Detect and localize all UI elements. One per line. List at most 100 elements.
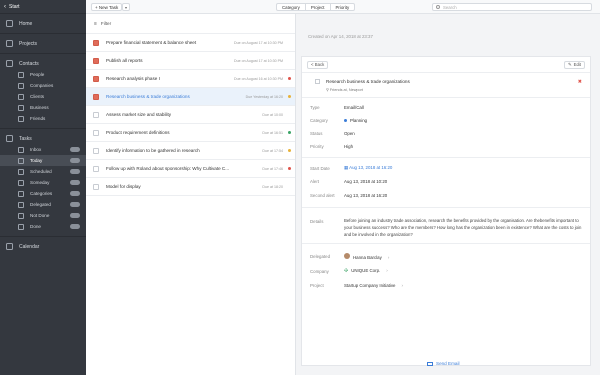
sidebar-item-today[interactable]: Today	[0, 155, 86, 166]
field-value[interactable]: Startup Company Initiative ›	[344, 283, 403, 288]
task-checkbox[interactable]	[93, 129, 99, 136]
task-checkbox[interactable]	[93, 183, 99, 190]
tab-category[interactable]: Category	[277, 4, 306, 10]
task-title: Model for display	[106, 184, 141, 189]
sidebar-item-home[interactable]: Home	[0, 18, 86, 29]
sidebar-item-business[interactable]: Business	[0, 102, 86, 113]
delegate-icon	[18, 201, 24, 208]
tab-priority[interactable]: Priority	[331, 4, 355, 10]
company-icon: ✣	[344, 268, 349, 274]
field-value[interactable]: Aug 13, 2018 at 16:20	[344, 193, 387, 198]
projects-icon	[6, 40, 13, 47]
task-checkbox[interactable]	[93, 93, 99, 100]
sidebar-item-inbox[interactable]: Inbox	[0, 144, 86, 155]
count-badge	[70, 224, 80, 229]
building-icon	[18, 82, 24, 89]
sidebar-item-not-done[interactable]: Not Done	[0, 210, 86, 221]
sidebar-item-label: Home	[19, 20, 33, 27]
sidebar-item-done[interactable]: Done	[0, 221, 86, 232]
field-value[interactable]: Hanna Barclay ›	[344, 253, 389, 260]
task-due: Due at 16:51	[262, 130, 283, 135]
avatar	[344, 253, 350, 259]
clock-icon	[18, 168, 24, 175]
company-value: UNIQUE Corp.	[351, 268, 381, 273]
sidebar-item-friends[interactable]: Friends	[0, 113, 86, 124]
count-badge	[70, 147, 80, 152]
task-row[interactable]: Prepare financial statement & balance sh…	[86, 34, 295, 52]
filter-button[interactable]: ≡ Filter	[86, 14, 295, 34]
sidebar-item-someday[interactable]: Someday	[0, 177, 86, 188]
priority-dot	[288, 95, 291, 98]
sidebar-item-contacts[interactable]: Contacts	[0, 58, 86, 69]
task-row[interactable]: Follow up with Roland about sponsorship:…	[86, 160, 295, 178]
sidebar-item-delegated[interactable]: Delegated	[0, 199, 86, 210]
task-checkbox[interactable]	[93, 39, 99, 46]
chevron-down-icon: ▾	[124, 4, 127, 10]
task-due: Due at 17:46	[262, 166, 283, 171]
task-due: Due on August 17 at 10:30 PM	[234, 40, 283, 45]
field-value[interactable]: Open	[344, 131, 355, 136]
group-segmented-control: Category Project Priority	[276, 3, 356, 11]
priority-dot	[288, 167, 291, 170]
tab-project[interactable]: Project	[306, 4, 331, 10]
sidebar-item-label: People	[30, 72, 45, 77]
toolbar: + New Task ▾ Category Project Priority S…	[86, 0, 600, 14]
field-value[interactable]: Aug 13, 2018 at 10:20	[344, 179, 387, 184]
task-title: Research business & trade organizations	[106, 94, 190, 99]
clients-icon	[18, 93, 24, 100]
field-value[interactable]: ▦ Aug 13, 2018 at 16:20	[344, 165, 392, 171]
sidebar-back[interactable]: ‹ Start	[0, 0, 86, 14]
edit-button[interactable]: ✎ Edit	[563, 60, 585, 69]
sidebar-item-projects[interactable]: Projects	[0, 38, 86, 49]
sidebar-item-categories[interactable]: Categories	[0, 188, 86, 199]
created-timestamp: Created on Apr 14, 2018 at 23:37	[308, 34, 373, 39]
send-email-button[interactable]: Send Email	[427, 361, 460, 366]
task-row-selected[interactable]: Research business & trade organizations D…	[86, 88, 295, 106]
close-icon[interactable]: ✖	[578, 79, 582, 85]
task-checkbox[interactable]	[93, 147, 99, 154]
task-detail-panel: Created on Apr 14, 2018 at 23:37 < Back …	[297, 14, 600, 375]
field-label: Start Date	[310, 165, 330, 171]
task-row[interactable]: Model for display Due at 18:20	[86, 178, 295, 196]
field-value[interactable]: High	[344, 144, 353, 149]
new-task-button[interactable]: + New Task	[91, 3, 123, 11]
start-date-value: Aug 13, 2018 at 16:20	[349, 165, 393, 170]
field-second-alert: Second alert Aug 13, 2018 at 16:20	[310, 193, 387, 198]
task-checkbox[interactable]	[93, 111, 99, 118]
contacts-icon	[6, 60, 13, 67]
details-text[interactable]: Before joining an industry trade associa…	[344, 217, 584, 238]
new-task-dropdown[interactable]: ▾	[122, 3, 130, 11]
task-checkbox[interactable]	[93, 57, 99, 64]
sidebar-item-people[interactable]: People	[0, 69, 86, 80]
field-status: Status Open	[310, 131, 355, 136]
task-checkbox[interactable]	[93, 75, 99, 82]
task-title: Prepare financial statement & balance sh…	[106, 40, 197, 45]
priority-dot	[288, 131, 291, 134]
task-row[interactable]: Assess market size and stability Due at 1…	[86, 106, 295, 124]
task-title: Publish all reports	[106, 58, 143, 63]
sidebar-item-clients[interactable]: Clients	[0, 91, 86, 102]
task-row[interactable]: Research analysis phase I Due on August 1…	[86, 70, 295, 88]
task-row[interactable]: Identify information to be gathered in r…	[86, 142, 295, 160]
sidebar-item-label: Friends	[30, 116, 46, 121]
task-due: Due at 10:00	[262, 112, 283, 117]
priority-dot	[288, 149, 291, 152]
back-button[interactable]: < Back	[307, 60, 329, 69]
sidebar-item-tasks[interactable]: Tasks	[0, 133, 86, 144]
field-label: Status	[310, 131, 323, 136]
task-due: Due at 17:54	[262, 148, 283, 153]
task-checkbox[interactable]	[315, 79, 320, 84]
sidebar-item-scheduled[interactable]: Scheduled	[0, 166, 86, 177]
sidebar-item-companies[interactable]: Companies	[0, 80, 86, 91]
sidebar-item-calendar[interactable]: Calendar	[0, 241, 86, 252]
field-label: Project	[310, 283, 324, 288]
task-checkbox[interactable]	[93, 165, 99, 172]
task-row[interactable]: Publish all reports Due on August 17 at 1…	[86, 52, 295, 70]
field-value[interactable]: Planning	[344, 118, 367, 123]
field-value[interactable]: ✣ UNIQUE Corp. ›	[344, 268, 388, 274]
field-label: Category	[310, 118, 328, 123]
field-label: Details	[310, 219, 324, 224]
search-input[interactable]: Search	[432, 3, 592, 11]
sidebar-item-label: Inbox	[30, 147, 42, 152]
task-row[interactable]: Product requirement definitions Due at 16…	[86, 124, 295, 142]
